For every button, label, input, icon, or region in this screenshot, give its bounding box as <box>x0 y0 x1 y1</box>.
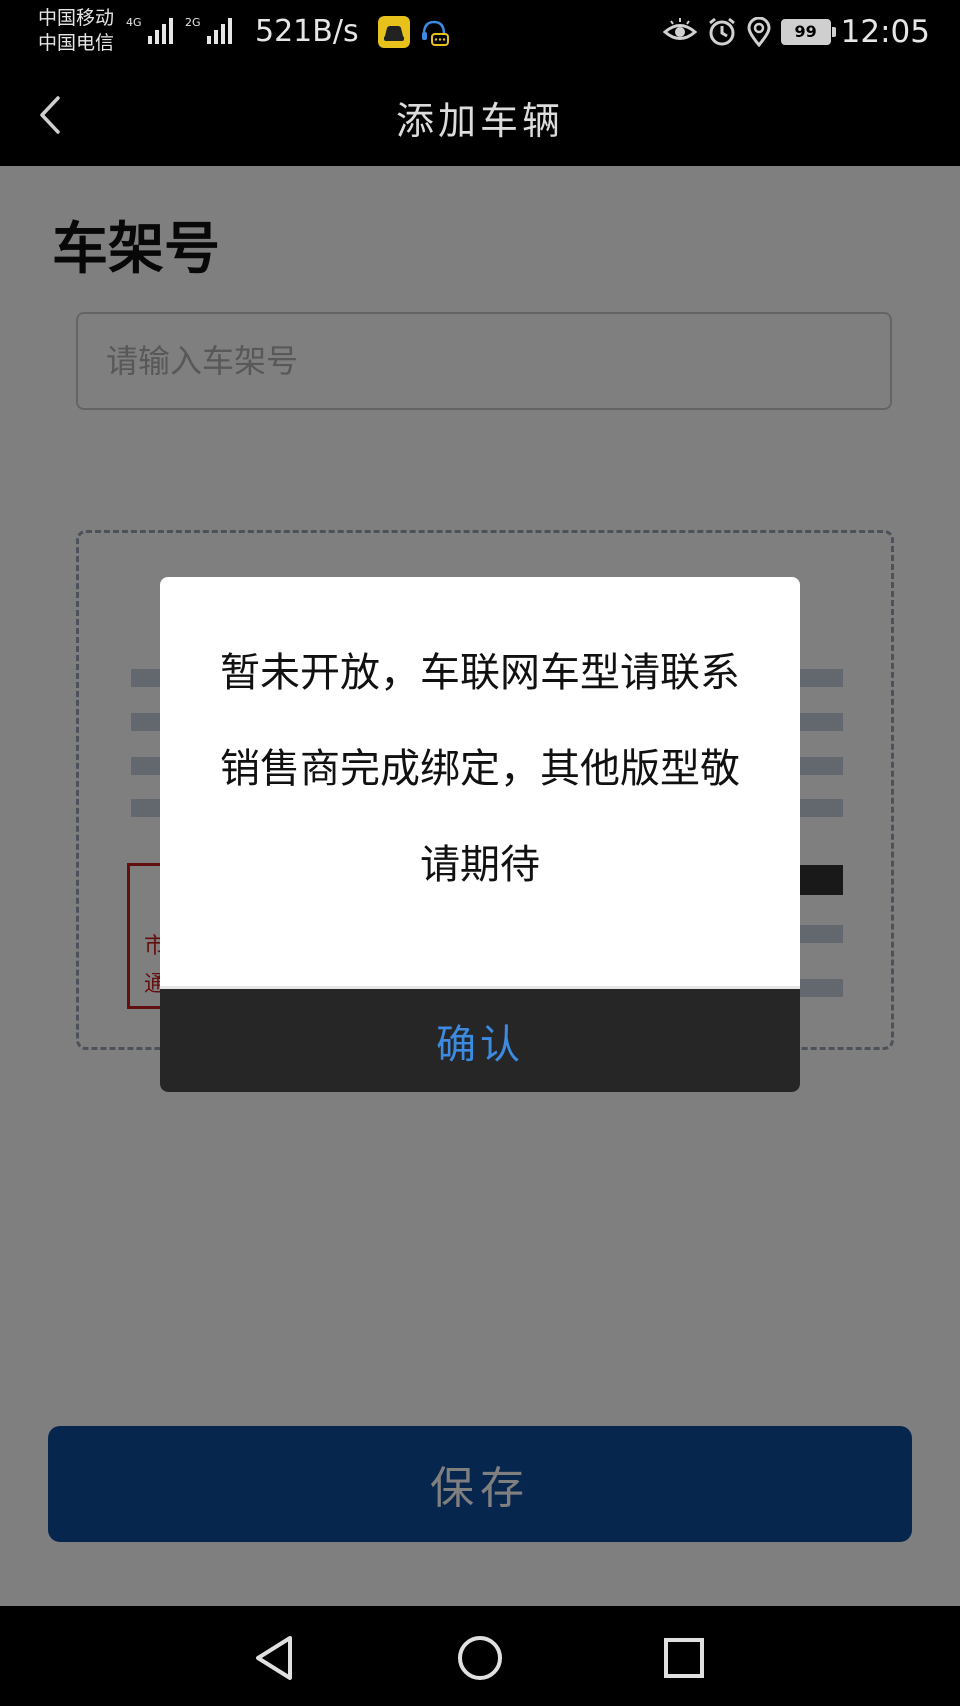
car-app-notification-icon <box>378 16 410 48</box>
carrier-2: 中国电信 <box>38 32 115 54</box>
confirm-button[interactable]: 确认 <box>160 986 800 1092</box>
square-recents-icon[interactable] <box>654 1628 714 1688</box>
carrier-1: 中国移动 <box>38 7 115 29</box>
battery-icon: 99 <box>780 19 836 45</box>
triangle-back-icon[interactable] <box>244 1628 304 1688</box>
notice-dialog: 暂未开放，车联网车型请联系销售商完成绑定，其他版型敬请期待 确认 <box>160 577 800 1092</box>
clock: 12:05 <box>840 14 930 50</box>
eye-comfort-icon <box>662 18 697 40</box>
status-bar: 中国移动 中国电信 4G 2G 521B/s 99 12:05 <box>0 0 960 66</box>
dialog-message: 暂未开放，车联网车型请联系销售商完成绑定，其他版型敬请期待 <box>220 650 740 888</box>
app-header: 添加车辆 <box>0 66 960 166</box>
status-right-group: 99 12:05 <box>662 12 930 52</box>
network-1-label: 4G <box>126 16 142 29</box>
net-speed: 521B/s <box>255 14 359 49</box>
system-nav-bar <box>0 1606 960 1706</box>
signal-2g-icon: 2G <box>185 16 232 44</box>
chat-support-notification-icon <box>422 20 449 46</box>
signal-4g-icon: 4G <box>126 16 173 44</box>
location-icon <box>747 17 771 47</box>
network-2-label: 2G <box>185 16 201 29</box>
carrier-labels: 中国移动 中国电信 <box>38 6 114 56</box>
alarm-icon <box>708 17 735 46</box>
circle-home-icon[interactable] <box>450 1628 510 1688</box>
page-title: 添加车辆 <box>395 99 564 143</box>
